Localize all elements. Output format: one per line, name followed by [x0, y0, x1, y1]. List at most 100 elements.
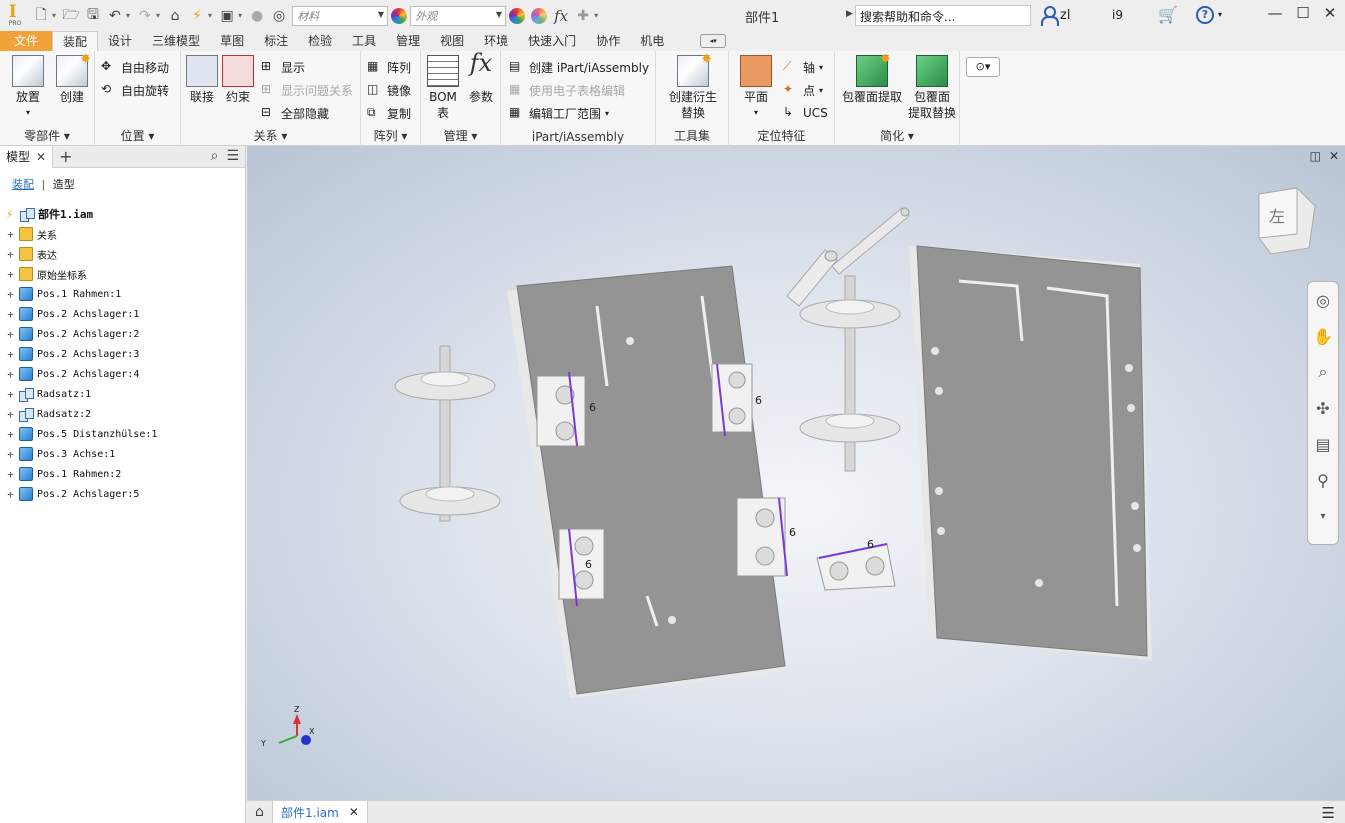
tab-collaborate[interactable]: 协作	[586, 31, 630, 51]
cart-icon[interactable]: 🛒	[1158, 5, 1178, 24]
axle-bearing-2[interactable]: 6	[711, 363, 762, 437]
sphere-icon[interactable]: ●	[247, 6, 267, 26]
expand-icon[interactable]: +	[6, 308, 15, 321]
orbit-icon[interactable]: ✣	[1308, 390, 1338, 426]
spreadsheet-edit-button[interactable]: ▦ 使用电子表格编辑	[509, 80, 625, 100]
update-icon[interactable]: ⚡	[187, 6, 207, 26]
close-icon[interactable]: ✕	[349, 805, 359, 819]
new-file-icon[interactable]: 🗋	[31, 6, 51, 26]
expand-icon[interactable]: +	[6, 368, 15, 381]
tab-environments[interactable]: 环境	[474, 31, 518, 51]
expand-icon[interactable]: +	[6, 328, 15, 341]
look-at-icon[interactable]: ▤	[1308, 426, 1338, 462]
tree-root[interactable]: ⚡ 部件1.iam	[6, 204, 157, 224]
ribbon-display-toggle-icon[interactable]: ◂▾	[700, 34, 727, 48]
browser-tab-model[interactable]: 模型 ✕	[0, 145, 54, 168]
viewcube[interactable]: 左	[1258, 187, 1316, 255]
navbar-options-icon[interactable]: ▾	[1308, 498, 1338, 534]
expand-icon[interactable]: +	[6, 408, 15, 421]
frame-left[interactable]	[507, 265, 786, 698]
tab-electromechanical[interactable]: 机电	[630, 31, 674, 51]
show-button[interactable]: ⊞ 显示	[261, 57, 305, 77]
help-icon[interactable]: ?	[1196, 6, 1214, 24]
joint-button[interactable]: 联接	[185, 55, 219, 105]
redo-dropdown-icon[interactable]: ▾	[156, 11, 160, 20]
search-icon[interactable]: ⌕	[211, 148, 219, 164]
minimize-icon[interactable]: —	[1262, 4, 1288, 26]
create-derived-replace-button[interactable]: ✸ 创建衍生 替换	[664, 52, 722, 121]
home-icon[interactable]: ⌂	[247, 800, 273, 823]
frame-right[interactable]	[909, 245, 1152, 661]
add-browser-icon[interactable]: +	[59, 147, 72, 166]
axis-button[interactable]: ⟋ 轴 ▾	[783, 57, 823, 77]
expand-icon[interactable]: +	[6, 248, 15, 261]
tree-item[interactable]: + Pos.2 Achslager:4	[6, 364, 157, 384]
tab-assemble[interactable]: 装配	[52, 31, 99, 51]
filter-modeling[interactable]: 造型	[53, 178, 75, 191]
tree-item[interactable]: + Pos.2 Achslager:5	[6, 484, 157, 504]
expand-icon[interactable]: +	[6, 268, 15, 281]
tab-view[interactable]: 视图	[430, 31, 474, 51]
tree-item[interactable]: + Pos.5 Distanzhülse:1	[6, 424, 157, 444]
new-dropdown-icon[interactable]: ▾	[52, 11, 56, 20]
tree-item[interactable]: + Pos.2 Achslager:1	[6, 304, 157, 324]
home-icon[interactable]: ⌂	[165, 6, 185, 26]
plus-icon[interactable]: ✚	[573, 6, 593, 26]
tree-item[interactable]: + 关系	[6, 224, 157, 244]
material-select[interactable]: 材料 ▼	[292, 5, 389, 26]
spacer-sleeve-part[interactable]	[786, 249, 838, 307]
expand-icon[interactable]: +	[6, 288, 15, 301]
plane-button[interactable]: 平面 ▾	[735, 55, 777, 121]
pan-icon[interactable]: ✋	[1308, 318, 1338, 354]
tab-file[interactable]: 文件	[0, 31, 53, 51]
zoom-window-icon[interactable]: ⚲	[1308, 462, 1338, 498]
axle-bearing-4[interactable]: 6	[736, 497, 796, 577]
create-component-button[interactable]: ✸ 创建	[54, 52, 91, 105]
redo-icon[interactable]: ↷	[135, 6, 155, 26]
expand-icon[interactable]: +	[6, 228, 15, 241]
tab-manage[interactable]: 管理	[386, 31, 430, 51]
help-dropdown-icon[interactable]: ▾	[1218, 10, 1222, 19]
tab-inspect[interactable]: 检验	[298, 31, 342, 51]
shrinkwrap-button[interactable]: ✸ 包覆面提取	[839, 52, 905, 105]
close-icon[interactable]: ✕	[36, 150, 46, 164]
create-ipart-button[interactable]: ▤ 创建 iPart/iAssembly	[509, 57, 649, 77]
material-browser-icon[interactable]: ◎	[269, 6, 289, 26]
tree-item[interactable]: + Pos.2 Achslager:3	[6, 344, 157, 364]
copy-button[interactable]: ⧉ 复制	[367, 103, 411, 123]
free-move-button[interactable]: ✥ 自由移动	[101, 57, 169, 77]
tree-item[interactable]: + Pos.3 Achse:1	[6, 444, 157, 464]
mirror-button[interactable]: ◫ 镜像	[367, 80, 411, 100]
expand-icon[interactable]: +	[6, 448, 15, 461]
ucs-button[interactable]: ↳ UCS	[783, 103, 828, 123]
menu-icon[interactable]: ☰	[1322, 804, 1335, 822]
select-icon[interactable]: ▣	[217, 6, 237, 26]
tree-item[interactable]: + Pos.1 Rahmen:2	[6, 464, 157, 484]
steering-wheel-icon[interactable]: ◎	[1308, 282, 1338, 318]
tab-sketch[interactable]: 草图	[210, 31, 254, 51]
user-account[interactable]: zl	[1040, 6, 1070, 26]
graphics-viewport[interactable]: ◫ ✕ 6 6 6 6 6 左 Z Y X ◎ ✋ ⌕ ✣ ▤ ⚲ ▾	[247, 146, 1345, 800]
tab-3d-model[interactable]: 三维模型	[142, 31, 210, 51]
free-rotate-button[interactable]: ⟲ 自由旋转	[101, 80, 169, 100]
maximize-icon[interactable]: ☐	[1290, 4, 1316, 26]
pattern-button[interactable]: ▦ 阵列	[367, 57, 411, 77]
show-sick-button[interactable]: ⊞ 显示问题关系	[261, 80, 353, 100]
filter-assembly[interactable]: 装配	[12, 178, 34, 191]
group-label-manage[interactable]: 管理 ▾	[421, 127, 500, 144]
group-label-component[interactable]: 零部件 ▾	[0, 127, 94, 144]
group-label-relationships[interactable]: 关系 ▾	[181, 127, 360, 144]
group-label-position[interactable]: 位置 ▾	[95, 127, 180, 144]
undo-icon[interactable]: ↶	[105, 6, 125, 26]
place-button[interactable]: 放置 ▾	[8, 55, 48, 121]
axle-part[interactable]	[831, 207, 910, 275]
tab-tools[interactable]: 工具	[342, 31, 386, 51]
hide-all-button[interactable]: ⊟ 全部隐藏	[261, 103, 329, 123]
tree-item[interactable]: + Radsatz:1	[6, 384, 157, 404]
edit-factory-scope-button[interactable]: ▦ 编辑工厂范围 ▾	[509, 103, 609, 123]
point-button[interactable]: ✦ 点 ▾	[783, 80, 823, 100]
tree-item[interactable]: + 原始坐标系	[6, 264, 157, 284]
help-search-input[interactable]: ▶ 搜索帮助和命令...	[846, 5, 1031, 26]
save-icon[interactable]: 🖫	[83, 6, 103, 26]
document-tab[interactable]: 部件1.iam ✕	[273, 800, 368, 823]
